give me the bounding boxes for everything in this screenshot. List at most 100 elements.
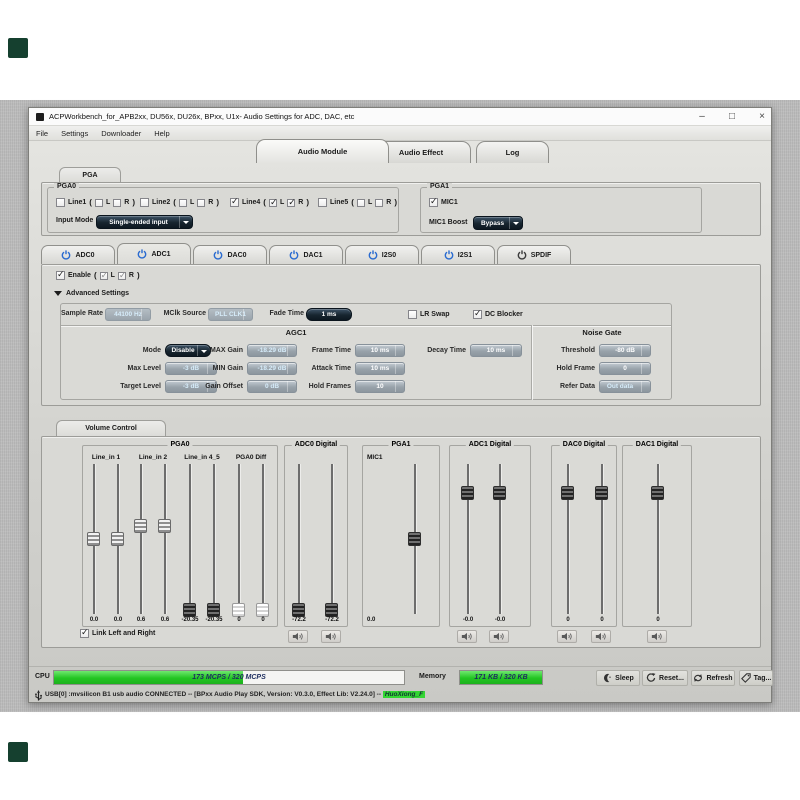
input-mode-dropdown[interactable]: Single-ended input <box>96 215 193 229</box>
enable-r-checkbox[interactable] <box>118 272 126 280</box>
slider-handle[interactable] <box>651 486 664 500</box>
line4-r-checkbox[interactable] <box>287 199 295 207</box>
spinner-divider <box>641 345 650 356</box>
paren-open: ( <box>89 198 92 207</box>
min-gain-label: MIN Gain <box>163 365 243 372</box>
line1-r-checkbox[interactable] <box>113 199 121 207</box>
mute-button[interactable] <box>647 630 667 643</box>
mic1-checkbox[interactable] <box>429 198 438 207</box>
lr-swap-checkbox[interactable] <box>408 310 417 319</box>
usb-status-line: USB[0] :mvsilicon B1 usb audio CONNECTED… <box>29 688 771 704</box>
spinner-divider <box>395 381 404 392</box>
line1-l-checkbox[interactable] <box>95 199 103 207</box>
slider-handle[interactable] <box>493 486 506 500</box>
line1-checkbox[interactable] <box>56 198 65 207</box>
slider-handle[interactable] <box>461 486 474 500</box>
mute-button[interactable] <box>489 630 509 643</box>
tab-log[interactable]: Log <box>476 141 549 163</box>
mic1-boost-dropdown[interactable]: Bypass <box>473 216 523 230</box>
device-tab-adc1[interactable]: ADC1 <box>117 243 191 264</box>
slider-handle[interactable] <box>256 603 269 617</box>
sleep-button[interactable]: Sleep <box>596 670 640 686</box>
slider-track[interactable] <box>238 464 240 614</box>
slider-handle[interactable] <box>158 519 171 533</box>
slider-track[interactable] <box>213 464 215 614</box>
tab-pga[interactable]: PGA <box>59 167 121 182</box>
line5-checkbox[interactable] <box>318 198 327 207</box>
close-button[interactable]: × <box>753 110 771 123</box>
lr-swap-row: LR Swap <box>408 310 450 319</box>
power-icon <box>289 250 299 260</box>
line4-l-checkbox[interactable] <box>269 199 277 207</box>
line2-r-checkbox[interactable] <box>197 199 205 207</box>
link-lr-row: Link Left and Right <box>80 629 155 638</box>
enable-row: Enable ( L R ) <box>56 271 140 280</box>
tag-button[interactable]: Tag... <box>739 670 773 686</box>
slider-handle[interactable] <box>232 603 245 617</box>
mute-button[interactable] <box>457 630 477 643</box>
slider-handle[interactable] <box>408 532 421 546</box>
device-tab-i2s0[interactable]: I2S0 <box>345 245 419 264</box>
mute-button[interactable] <box>288 630 308 643</box>
line2-l-checkbox[interactable] <box>179 199 187 207</box>
pga1-groupbox: PGA1 MIC1 MIC1 Boost Bypass <box>420 187 702 233</box>
fade-time-dropdown[interactable]: 1 ms <box>306 308 352 321</box>
hold-frames-field[interactable]: 10 <box>355 380 405 393</box>
reset-button[interactable]: Reset... <box>642 670 688 686</box>
link-lr-checkbox[interactable] <box>80 629 89 638</box>
enable-checkbox[interactable] <box>56 271 65 280</box>
slider-track[interactable] <box>331 464 333 614</box>
slider-handle[interactable] <box>325 603 338 617</box>
slider-handle[interactable] <box>292 603 305 617</box>
attack-time-field[interactable]: 10 ms <box>355 362 405 375</box>
line4-checkbox[interactable] <box>230 198 239 207</box>
volume-group-pga1: PGA1MIC10.0 <box>362 445 440 627</box>
dc-blocker-checkbox[interactable] <box>473 310 482 319</box>
menu-item-file[interactable]: File <box>36 129 48 138</box>
sample-rate-dropdown[interactable]: 44100 Hz <box>105 308 151 321</box>
button-label: Refresh <box>706 675 732 682</box>
slider-handle[interactable] <box>134 519 147 533</box>
refer-data-field[interactable]: Out data <box>599 380 651 393</box>
slider-handle[interactable] <box>87 532 100 546</box>
slider-handle[interactable] <box>183 603 196 617</box>
menu-item-downloader[interactable]: Downloader <box>101 129 141 138</box>
device-tab-dac1[interactable]: DAC1 <box>269 245 343 264</box>
slider-track[interactable] <box>189 464 191 614</box>
mic1-boost-label: MIC1 Boost <box>429 219 468 226</box>
refresh-button[interactable]: Refresh <box>691 670 735 686</box>
tag-icon <box>741 673 751 683</box>
line2-checkbox[interactable] <box>140 198 149 207</box>
minimize-button[interactable]: – <box>693 110 711 123</box>
maximize-button[interactable]: □ <box>723 110 741 123</box>
refer-data-field-value: Out data <box>607 383 633 390</box>
device-tab-adc0[interactable]: ADC0 <box>41 245 115 264</box>
advanced-settings-toggle[interactable]: Advanced Settings <box>54 287 129 300</box>
slider-track[interactable] <box>262 464 264 614</box>
mclk-source-dropdown[interactable]: PLL CLK1 <box>208 308 253 321</box>
pga0-title: PGA0 <box>54 183 79 190</box>
threshold-field[interactable]: -80 dB <box>599 344 651 357</box>
mute-button[interactable] <box>321 630 341 643</box>
menu-item-help[interactable]: Help <box>154 129 169 138</box>
device-tab-dac0[interactable]: DAC0 <box>193 245 267 264</box>
slider-handle[interactable] <box>561 486 574 500</box>
line5-l-checkbox[interactable] <box>357 199 365 207</box>
slider-handle[interactable] <box>111 532 124 546</box>
slider-handle[interactable] <box>595 486 608 500</box>
slider-track[interactable] <box>140 464 142 614</box>
tab-audio-module[interactable]: Audio Module <box>256 139 389 163</box>
mute-button[interactable] <box>557 630 577 643</box>
slider-track[interactable] <box>298 464 300 614</box>
line5-r-checkbox[interactable] <box>375 199 383 207</box>
menu-item-settings[interactable]: Settings <box>61 129 88 138</box>
enable-l-checkbox[interactable] <box>100 272 108 280</box>
hold-frame-field[interactable]: 0 <box>599 362 651 375</box>
tab-volume-control[interactable]: Volume Control <box>56 420 166 436</box>
slider-track[interactable] <box>164 464 166 614</box>
slider-handle[interactable] <box>207 603 220 617</box>
device-tab-spdif[interactable]: SPDIF <box>497 245 571 264</box>
device-tab-i2s1[interactable]: I2S1 <box>421 245 495 264</box>
slider-value: 0 <box>641 617 675 623</box>
mute-button[interactable] <box>591 630 611 643</box>
